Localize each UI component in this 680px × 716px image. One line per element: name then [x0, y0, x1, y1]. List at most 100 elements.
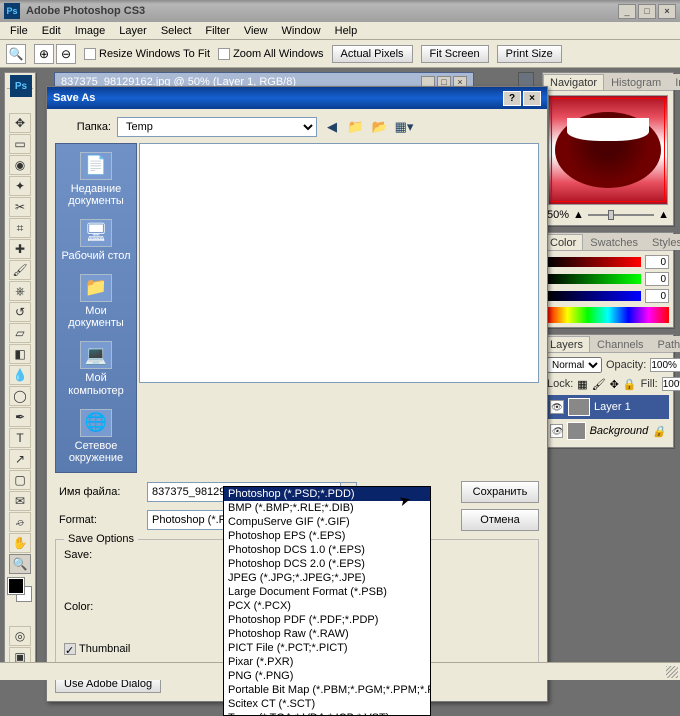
lock-paint-icon[interactable]: 🖌 — [592, 378, 606, 391]
menu-help[interactable]: Help — [329, 24, 364, 38]
menu-view[interactable]: View — [238, 24, 274, 38]
fit-screen-button[interactable]: Fit Screen — [421, 45, 489, 63]
zoom-out-small-icon[interactable]: ▲ — [573, 209, 584, 221]
save-button[interactable]: Сохранить — [461, 481, 539, 503]
dialog-help-button[interactable]: ? — [503, 91, 521, 106]
visibility-icon[interactable]: 👁 — [550, 424, 563, 438]
crop-tool[interactable]: ✂ — [9, 197, 31, 217]
zoom-tool-icon[interactable]: 🔍 — [6, 44, 26, 64]
place-desktop[interactable]: 🖥Рабочий стол — [58, 219, 134, 262]
menu-layer[interactable]: Layer — [113, 24, 153, 38]
tab-navigator[interactable]: Navigator — [543, 74, 604, 90]
layer-row-layer1[interactable]: 👁 Layer 1 — [547, 395, 669, 419]
format-option[interactable]: Photoshop Raw (*.RAW) — [224, 627, 430, 641]
format-option[interactable]: Photoshop PDF (*.PDF;*.PDP) — [224, 613, 430, 627]
zoom-out-icon[interactable]: ⊖ — [56, 44, 76, 64]
blur-tool[interactable]: 💧 — [9, 365, 31, 385]
menu-window[interactable]: Window — [276, 24, 327, 38]
close-button[interactable]: × — [658, 4, 676, 19]
opacity-input[interactable] — [650, 358, 680, 372]
viewmenu-icon[interactable]: ▦▾ — [395, 118, 413, 136]
zoom-slider[interactable] — [588, 214, 654, 216]
menu-file[interactable]: File — [4, 24, 34, 38]
notes-tool[interactable]: ✉ — [9, 491, 31, 511]
maximize-button[interactable]: □ — [638, 4, 656, 19]
file-list[interactable] — [139, 143, 539, 383]
menu-filter[interactable]: Filter — [199, 24, 235, 38]
layer-row-background[interactable]: 👁 Background 🔒 — [547, 419, 669, 443]
heal-tool[interactable]: ✚ — [9, 239, 31, 259]
lock-transparent-icon[interactable]: ▦ — [577, 378, 587, 391]
place-computer[interactable]: 💻Мой компьютер — [58, 341, 134, 396]
lookin-select[interactable]: Temp — [117, 117, 317, 137]
tab-paths[interactable]: Paths — [651, 336, 680, 352]
menu-edit[interactable]: Edit — [36, 24, 67, 38]
cancel-button[interactable]: Отмена — [461, 509, 539, 531]
tab-color[interactable]: Color — [543, 234, 583, 250]
lasso-tool[interactable]: ◉ — [9, 155, 31, 175]
r-input[interactable] — [645, 255, 669, 269]
foreground-color-swatch[interactable] — [8, 578, 24, 594]
resize-grip-icon[interactable] — [666, 666, 678, 678]
format-option[interactable]: PCX (*.PCX) — [224, 599, 430, 613]
minimize-button[interactable]: _ — [618, 4, 636, 19]
dodge-tool[interactable]: ◯ — [9, 386, 31, 406]
format-option[interactable]: Photoshop DCS 1.0 (*.EPS) — [224, 543, 430, 557]
history-brush-tool[interactable]: ↺ — [9, 302, 31, 322]
tab-histogram[interactable]: Histogram — [604, 74, 668, 90]
stamp-tool[interactable]: ⎈ — [9, 281, 31, 301]
lock-move-icon[interactable]: ✥ — [610, 378, 619, 391]
place-recent[interactable]: 📄Недавние документы — [58, 152, 134, 207]
visibility-icon[interactable]: 👁 — [550, 400, 564, 414]
b-input[interactable] — [645, 289, 669, 303]
navigator-thumbnail[interactable] — [548, 95, 668, 205]
slice-tool[interactable]: ⌗ — [9, 218, 31, 238]
format-dropdown-list[interactable]: Photoshop (*.PSD;*.PDD)BMP (*.BMP;*.RLE;… — [223, 486, 431, 716]
format-option[interactable]: Large Document Format (*.PSB) — [224, 585, 430, 599]
format-option[interactable]: Scitex CT (*.SCT) — [224, 697, 430, 711]
tab-channels[interactable]: Channels — [590, 336, 650, 352]
place-mydocs[interactable]: 📁Мои документы — [58, 274, 134, 329]
zoom-in-small-icon[interactable]: ▲ — [658, 209, 669, 221]
format-option[interactable]: Photoshop EPS (*.EPS) — [224, 529, 430, 543]
blend-mode-select[interactable]: Normal — [547, 357, 602, 373]
hand-tool[interactable]: ✋ — [9, 533, 31, 553]
format-option[interactable]: Pixar (*.PXR) — [224, 655, 430, 669]
zoom-in-icon[interactable]: ⊕ — [34, 44, 54, 64]
dialog-titlebar[interactable]: Save As ? × — [47, 87, 547, 109]
dialog-close-button[interactable]: × — [523, 91, 541, 106]
menu-image[interactable]: Image — [69, 24, 112, 38]
type-tool[interactable]: T — [9, 428, 31, 448]
tab-info[interactable]: Info — [668, 74, 680, 90]
up-icon[interactable]: 📁 — [347, 118, 365, 136]
lock-all-icon[interactable]: 🔒 — [623, 378, 637, 391]
pen-tool[interactable]: ✒ — [9, 407, 31, 427]
g-slider[interactable] — [547, 274, 641, 284]
r-slider[interactable] — [547, 257, 641, 267]
fill-input[interactable] — [662, 377, 680, 391]
brush-tool[interactable]: 🖌 — [9, 260, 31, 280]
zoom-tool[interactable]: 🔍 — [9, 554, 31, 574]
place-network[interactable]: 🌐Сетевое окружение — [58, 409, 134, 464]
marquee-tool[interactable]: ▭ — [9, 134, 31, 154]
print-size-button[interactable]: Print Size — [497, 45, 562, 63]
move-tool[interactable]: ✥ — [9, 113, 31, 133]
format-option[interactable]: CompuServe GIF (*.GIF) — [224, 515, 430, 529]
format-option[interactable]: PNG (*.PNG) — [224, 669, 430, 683]
g-input[interactable] — [645, 272, 669, 286]
tab-styles[interactable]: Styles — [645, 234, 680, 250]
shape-tool[interactable]: ▢ — [9, 470, 31, 490]
path-tool[interactable]: ↗ — [9, 449, 31, 469]
quickmask-tool[interactable]: ◎ — [9, 626, 31, 646]
eraser-tool[interactable]: ▱ — [9, 323, 31, 343]
format-option[interactable]: JPEG (*.JPG;*.JPEG;*.JPE) — [224, 571, 430, 585]
back-icon[interactable]: ◀ — [323, 118, 341, 136]
eyedropper-tool[interactable]: ⌮ — [9, 512, 31, 532]
format-option[interactable]: PICT File (*.PCT;*.PICT) — [224, 641, 430, 655]
gradient-tool[interactable]: ◧ — [9, 344, 31, 364]
color-ramp[interactable] — [547, 307, 669, 323]
zoom-all-checkbox[interactable]: Zoom All Windows — [218, 48, 323, 60]
thumbnail-checkbox[interactable]: ✓Thumbnail — [64, 643, 130, 655]
tab-layers[interactable]: Layers — [543, 336, 590, 352]
b-slider[interactable] — [547, 291, 641, 301]
